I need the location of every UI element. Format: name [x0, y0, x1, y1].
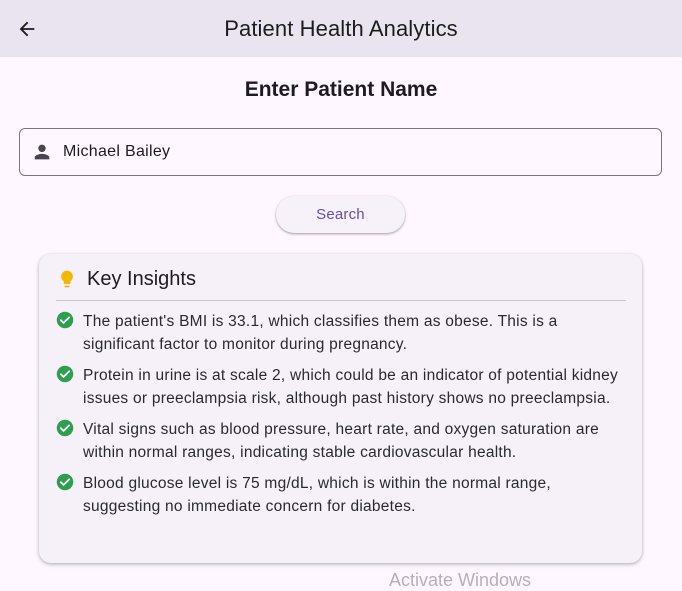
arrow-back-icon	[19, 21, 35, 37]
check-circle-icon	[56, 365, 74, 383]
patient-name-input[interactable]	[63, 129, 643, 175]
card-title: Key Insights	[87, 267, 196, 290]
form-heading: Enter Patient Name	[244, 78, 438, 101]
insight-text: Blood glucose level is 75 mg/dL, which i…	[83, 475, 551, 515]
list-item: Protein in urine is at scale 2, which co…	[56, 364, 626, 410]
insights-list: The patient's BMI is 33.1, which classif…	[56, 310, 626, 526]
lightbulb-icon	[61, 270, 73, 288]
back-button[interactable]	[8, 10, 46, 48]
list-item: The patient's BMI is 33.1, which classif…	[56, 310, 626, 356]
app-bar: Patient Health Analytics	[0, 0, 682, 57]
check-circle-icon	[56, 473, 74, 491]
key-insights-card: Key Insights The patient's BMI is 33.1, …	[39, 254, 642, 563]
person-icon	[34, 144, 50, 160]
check-circle-icon	[56, 419, 74, 437]
patient-name-field[interactable]	[19, 128, 662, 176]
check-circle-icon	[56, 311, 74, 329]
card-header: Key Insights	[57, 266, 196, 292]
page-title: Patient Health Analytics	[224, 16, 458, 41]
insight-text: The patient's BMI is 33.1, which classif…	[83, 313, 558, 353]
insight-text: Protein in urine is at scale 2, which co…	[83, 367, 618, 407]
activate-windows-watermark: Activate Windows	[389, 570, 532, 590]
list-item: Vital signs such as blood pressure, hear…	[56, 418, 626, 464]
search-button[interactable]: Search	[276, 196, 405, 233]
list-item: Blood glucose level is 75 mg/dL, which i…	[56, 472, 626, 518]
insight-text: Vital signs such as blood pressure, hear…	[83, 421, 599, 461]
divider	[56, 300, 626, 301]
